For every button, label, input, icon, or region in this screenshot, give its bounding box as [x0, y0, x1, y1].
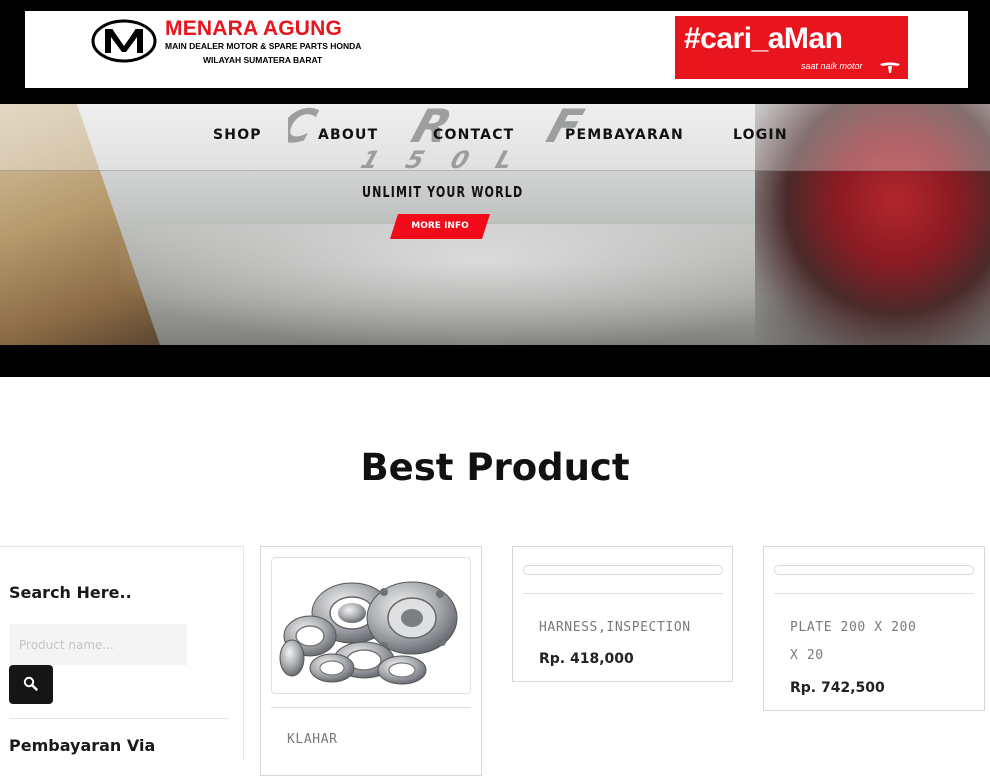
search-heading: Search Here.. [9, 583, 132, 602]
product-image[interactable] [271, 557, 471, 694]
site-logo[interactable]: MENARA AGUNG MAIN DEALER MOTOR & SPARE P… [91, 18, 371, 78]
logo-subtitle: MAIN DEALER MOTOR & SPARE PARTS HONDA [165, 41, 362, 51]
nav-item-pembayaran[interactable]: PEMBAYARAN [565, 128, 684, 142]
nav-item-contact[interactable]: CONTACT [433, 128, 514, 142]
hero-bottom-bar [0, 345, 990, 377]
sidebar: Search Here.. Pembayaran Via [0, 546, 244, 760]
product-name[interactable]: HARNESS,INSPECTION [539, 614, 719, 642]
logo-region: WILAYAH SUMATERA BARAT [203, 55, 323, 65]
product-price: Rp. 418,000 [539, 651, 634, 667]
honda-wing-icon [880, 62, 900, 73]
logo-name: MENARA AGUNG [165, 17, 343, 40]
payment-heading: Pembayaran Via [9, 736, 156, 755]
campaign-hashtag: #cari_aMan [684, 22, 843, 55]
campaign-banner[interactable]: #cari_aMan saat naik motor [675, 16, 908, 79]
product-image-placeholder[interactable] [774, 565, 974, 575]
bearing-hub-image [279, 581, 458, 685]
card-divider [271, 707, 471, 708]
top-bar: MENARA AGUNG MAIN DEALER MOTOR & SPARE P… [0, 0, 990, 104]
m-emblem-icon [91, 19, 157, 63]
section-title: Best Product [360, 446, 630, 489]
hero-water-spray [120, 224, 840, 345]
search-input[interactable] [9, 624, 187, 665]
main-nav: SHOP ABOUT CONTACT PEMBAYARAN LOGIN [0, 104, 990, 168]
card-divider [523, 593, 723, 594]
product-name[interactable]: PLATE 200 X 200 X 20 [790, 614, 920, 670]
product-card[interactable]: PLATE 200 X 200 X 20 Rp. 742,500 [763, 546, 985, 711]
campaign-subtitle: saat naik motor [801, 61, 863, 71]
sidebar-divider [9, 718, 229, 719]
nav-item-shop[interactable]: SHOP [213, 128, 262, 142]
product-card[interactable]: KLAHAR [260, 546, 482, 776]
hero-tagline: UNLIMIT YOUR WORLD [362, 183, 524, 201]
product-name[interactable]: KLAHAR [287, 726, 467, 754]
product-image-placeholder[interactable] [523, 565, 723, 575]
nav-item-login[interactable]: LOGIN [733, 128, 788, 142]
card-divider [774, 593, 974, 594]
more-info-button[interactable]: MORE INFO [390, 214, 490, 239]
nav-item-about[interactable]: ABOUT [318, 128, 378, 142]
search-button[interactable] [9, 665, 53, 704]
magnifier-icon [23, 676, 38, 691]
product-price: Rp. 742,500 [790, 680, 885, 696]
product-card[interactable]: HARNESS,INSPECTION Rp. 418,000 [512, 546, 733, 682]
header-banner: MENARA AGUNG MAIN DEALER MOTOR & SPARE P… [25, 11, 968, 88]
